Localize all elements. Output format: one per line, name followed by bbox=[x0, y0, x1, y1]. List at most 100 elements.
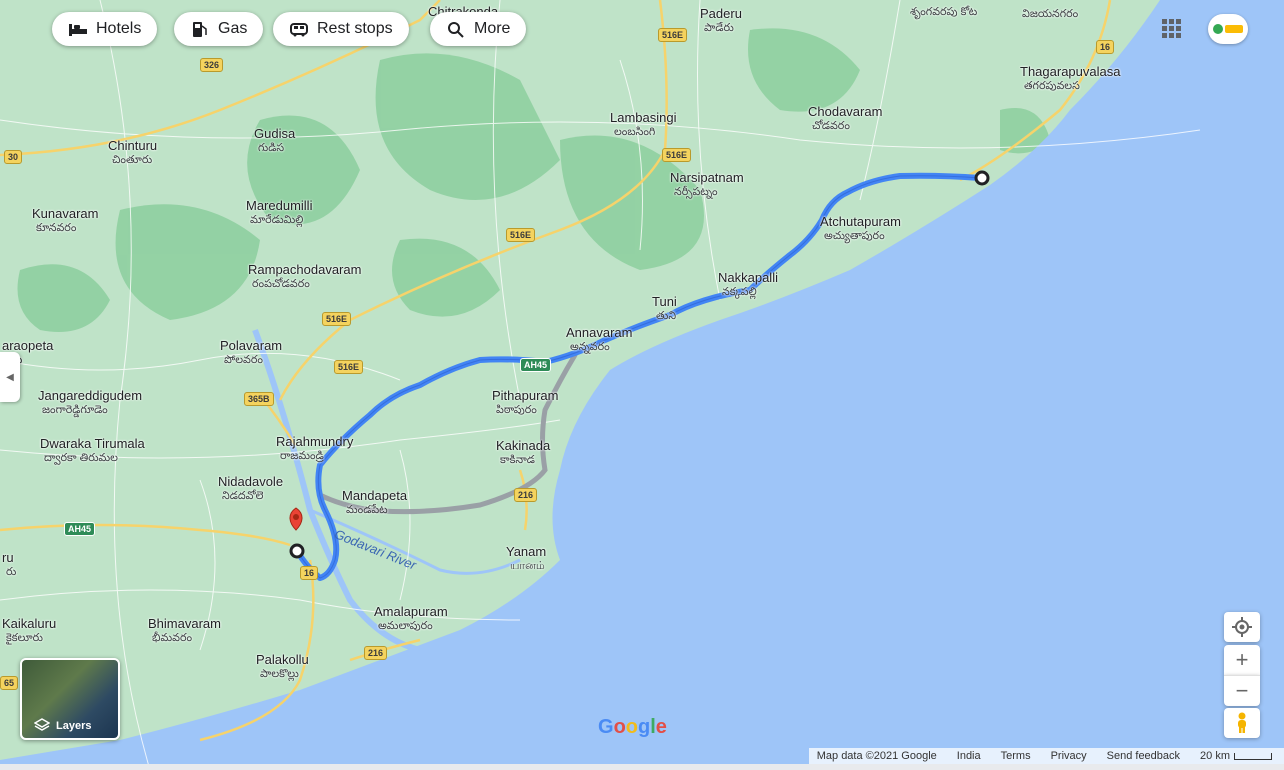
place-label-yanam[interactable]: Yanam bbox=[506, 544, 546, 559]
place-label-local-chinturu[interactable]: చింతూరు bbox=[112, 154, 152, 169]
place-label-local-srungavarapukota[interactable]: శృంగవరపు కోట bbox=[910, 6, 977, 21]
place-label-local-annavaram[interactable]: అన్నవరం bbox=[570, 341, 610, 356]
more-chip[interactable]: More bbox=[430, 12, 527, 46]
place-label-local-kaikaluru[interactable]: కైకలూరు bbox=[6, 632, 43, 647]
place-label-narsipatnam[interactable]: Narsipatnam bbox=[670, 170, 744, 185]
place-label-local-thagarapuvalasa[interactable]: తగరపువలస bbox=[1024, 80, 1080, 95]
place-label-lambasingi[interactable]: Lambasingi bbox=[610, 110, 677, 125]
place-label-aswaraopeta[interactable]: araopeta bbox=[2, 338, 53, 353]
scale-line bbox=[1234, 752, 1272, 760]
more-label: More bbox=[474, 20, 511, 37]
place-label-kaikaluru[interactable]: Kaikaluru bbox=[2, 616, 56, 631]
zoom-in-button[interactable]: + bbox=[1224, 645, 1260, 675]
rest-stop-icon bbox=[290, 23, 308, 37]
place-label-kunavaram[interactable]: Kunavaram bbox=[32, 206, 98, 221]
layers-button[interactable]: Layers bbox=[20, 658, 120, 740]
place-label-local-narsipatnam[interactable]: నర్సీపట్నం bbox=[674, 186, 718, 201]
region-link[interactable]: India bbox=[957, 750, 981, 762]
street-view-pegman[interactable] bbox=[1224, 708, 1260, 738]
place-label-nakkapalli[interactable]: Nakkapalli bbox=[718, 270, 778, 285]
place-label-local-rampachodavaram[interactable]: రంపచోడవరం bbox=[252, 278, 310, 293]
hotels-chip[interactable]: Hotels bbox=[52, 12, 158, 46]
place-label-local-palakollu[interactable]: పాలకొల్లు bbox=[260, 668, 299, 683]
place-label-polavaram[interactable]: Polavaram bbox=[220, 338, 282, 353]
pegman-icon bbox=[1238, 712, 1246, 733]
place-label-local-nakkapalli[interactable]: నక్కపల్లి bbox=[722, 286, 757, 301]
route-start-marker bbox=[974, 170, 990, 186]
place-label-dwaraka[interactable]: Dwaraka Tirumala bbox=[40, 436, 145, 451]
place-label-local-tuni[interactable]: తుని bbox=[656, 310, 676, 325]
profile-logo-icon bbox=[1213, 24, 1243, 34]
place-label-amalapuram[interactable]: Amalapuram bbox=[374, 604, 448, 619]
terms-link[interactable]: Terms bbox=[1001, 750, 1031, 762]
place-label-chinturu[interactable]: Chinturu bbox=[108, 138, 157, 153]
my-location-button[interactable] bbox=[1224, 612, 1260, 642]
road-shield: 216 bbox=[514, 488, 538, 502]
place-label-bhimavaram[interactable]: Bhimavaram bbox=[148, 616, 221, 631]
place-label-local-dwaraka[interactable]: ద్వారకా తిరుమల bbox=[44, 452, 118, 467]
place-label-local-maredumilli[interactable]: మారేడుమిల్లి bbox=[250, 214, 303, 229]
place-label-palakollu[interactable]: Palakollu bbox=[256, 652, 309, 667]
send-feedback-link[interactable]: Send feedback bbox=[1107, 750, 1180, 762]
zoom-out-button[interactable]: − bbox=[1224, 675, 1260, 706]
place-label-local-eluru[interactable]: రు bbox=[6, 566, 16, 581]
place-label-local-chodavaram[interactable]: చోడవరం bbox=[812, 120, 850, 135]
gas-label: Gas bbox=[218, 20, 248, 37]
map-footer: Map data ©2021 Google India Terms Privac… bbox=[808, 748, 1284, 764]
place-label-maredumilli[interactable]: Maredumilli bbox=[246, 198, 312, 213]
privacy-link[interactable]: Privacy bbox=[1051, 750, 1087, 762]
place-label-annavaram[interactable]: Annavaram bbox=[566, 325, 632, 340]
bed-icon bbox=[69, 24, 87, 36]
rest-stops-chip[interactable]: Rest stops bbox=[273, 12, 409, 46]
place-label-chodavaram[interactable]: Chodavaram bbox=[808, 104, 882, 119]
place-label-jangareddigudem[interactable]: Jangareddigudem bbox=[38, 388, 142, 403]
road-shield: 16 bbox=[300, 566, 319, 580]
place-label-local-paderu[interactable]: పాడేరు bbox=[704, 22, 734, 37]
place-label-local-rajahmundry[interactable]: రాజమండ్రి bbox=[280, 450, 324, 465]
place-label-local-polavaram[interactable]: పోలవరం bbox=[224, 354, 263, 369]
place-label-local-lambasingi[interactable]: లంబసింగి bbox=[614, 126, 655, 141]
crosshair-icon bbox=[1232, 617, 1252, 637]
apps-grid-icon[interactable] bbox=[1161, 18, 1183, 40]
place-label-local-kunavaram[interactable]: కూనవరం bbox=[36, 222, 76, 237]
place-label-pithapuram[interactable]: Pithapuram bbox=[492, 388, 558, 403]
google-logo: Google bbox=[598, 716, 667, 738]
avatar[interactable] bbox=[1208, 14, 1248, 44]
place-label-local-amalapuram[interactable]: అమలాపురం bbox=[378, 620, 433, 635]
scale-bar[interactable]: 20 km bbox=[1200, 750, 1272, 762]
place-label-rampachodavaram[interactable]: Rampachodavaram bbox=[248, 262, 361, 277]
minus-icon: − bbox=[1235, 678, 1249, 703]
collapse-side-panel-button[interactable]: ◀ bbox=[0, 352, 20, 402]
search-icon bbox=[448, 22, 464, 38]
place-label-local-nidadavole[interactable]: నిడదవోలె bbox=[222, 490, 263, 505]
place-label-gudisa[interactable]: Gudisa bbox=[254, 126, 295, 141]
place-label-local-pithapuram[interactable]: పిఠాపురం bbox=[496, 404, 537, 419]
place-label-local-vizianagaram[interactable]: విజయనగరం bbox=[1022, 8, 1078, 23]
place-label-mandapeta[interactable]: Mandapeta bbox=[342, 488, 407, 503]
place-label-local-bhimavaram[interactable]: భీమవరం bbox=[152, 632, 192, 647]
road-shield: 516E bbox=[658, 28, 688, 42]
place-label-local-kakinada[interactable]: కాకినాడ bbox=[500, 454, 535, 469]
road-shield: 30 bbox=[4, 150, 23, 164]
place-label-rajahmundry[interactable]: Rajahmundry bbox=[276, 434, 353, 449]
place-label-nidadavole[interactable]: Nidadavole bbox=[218, 474, 283, 489]
place-label-paderu[interactable]: Paderu bbox=[700, 6, 742, 21]
place-label-local-atchutapuram[interactable]: అచ్యుతాపురం bbox=[824, 230, 885, 245]
place-label-kakinada[interactable]: Kakinada bbox=[496, 438, 550, 453]
road-shield: 65 bbox=[0, 676, 19, 690]
road-shield: 516E bbox=[322, 312, 352, 326]
place-label-tuni[interactable]: Tuni bbox=[652, 294, 677, 309]
place-label-eluru[interactable]: ru bbox=[2, 550, 14, 565]
place-label-local-jangareddigudem[interactable]: జంగారెడ్డిగూడెం bbox=[42, 404, 108, 419]
place-label-thagarapuvalasa[interactable]: Thagarapuvalasa bbox=[1020, 64, 1120, 79]
place-label-local-gudisa[interactable]: గుడిస bbox=[258, 142, 284, 157]
hotels-label: Hotels bbox=[96, 20, 142, 37]
road-shield: 516E bbox=[506, 228, 536, 242]
map-data-attribution: Map data ©2021 Google bbox=[816, 750, 937, 762]
road-shield: 516E bbox=[662, 148, 692, 162]
gas-chip[interactable]: Gas bbox=[174, 12, 264, 46]
scale-label: 20 km bbox=[1200, 750, 1230, 762]
place-label-atchutapuram[interactable]: Atchutapuram bbox=[820, 214, 901, 229]
place-label-local-mandapeta[interactable]: మండపేట bbox=[346, 504, 388, 519]
place-label-local-yanam[interactable]: யானம் bbox=[510, 560, 545, 574]
